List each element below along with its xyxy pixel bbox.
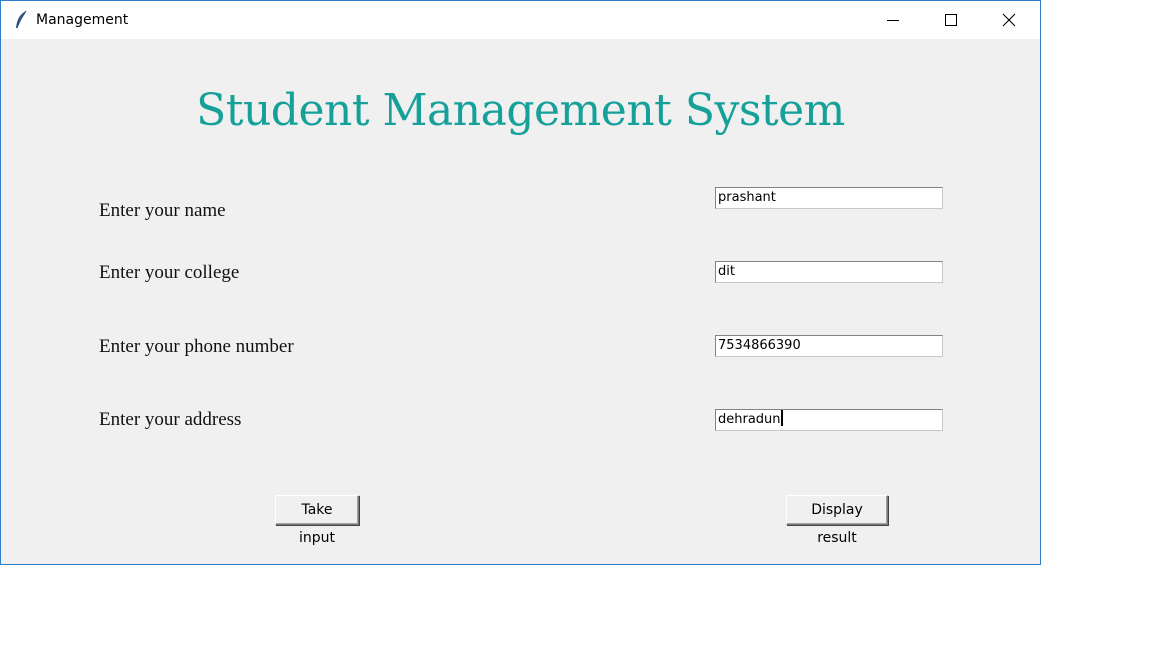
address-label: Enter your address [99, 409, 242, 430]
maximize-button[interactable] [928, 1, 974, 39]
college-label: Enter your college [99, 262, 240, 283]
window-title: Management [36, 12, 129, 28]
phone-input[interactable]: 7534866390 [715, 335, 943, 357]
address-input[interactable]: dehradun [715, 409, 943, 431]
college-input[interactable]: dit [715, 261, 943, 283]
name-label: Enter your name [99, 200, 226, 221]
page-title: Student Management System [196, 85, 845, 136]
display-result-button[interactable]: Display result [786, 495, 888, 546]
minimize-icon [887, 20, 899, 21]
text-caret [780, 410, 783, 426]
main-content: Student Management System Enter your nam… [1, 39, 1040, 564]
close-button[interactable] [986, 1, 1032, 39]
feather-icon [14, 10, 28, 30]
name-input[interactable]: prashant [715, 187, 943, 209]
phone-label: Enter your phone number [99, 336, 294, 357]
take-input-button[interactable]: Take input [275, 495, 359, 546]
close-icon [1002, 13, 1016, 27]
minimize-button[interactable] [870, 1, 916, 39]
title-bar[interactable]: Management [1, 1, 1040, 39]
app-window: Management Student Management System Ent… [0, 0, 1041, 565]
maximize-icon [945, 14, 957, 26]
